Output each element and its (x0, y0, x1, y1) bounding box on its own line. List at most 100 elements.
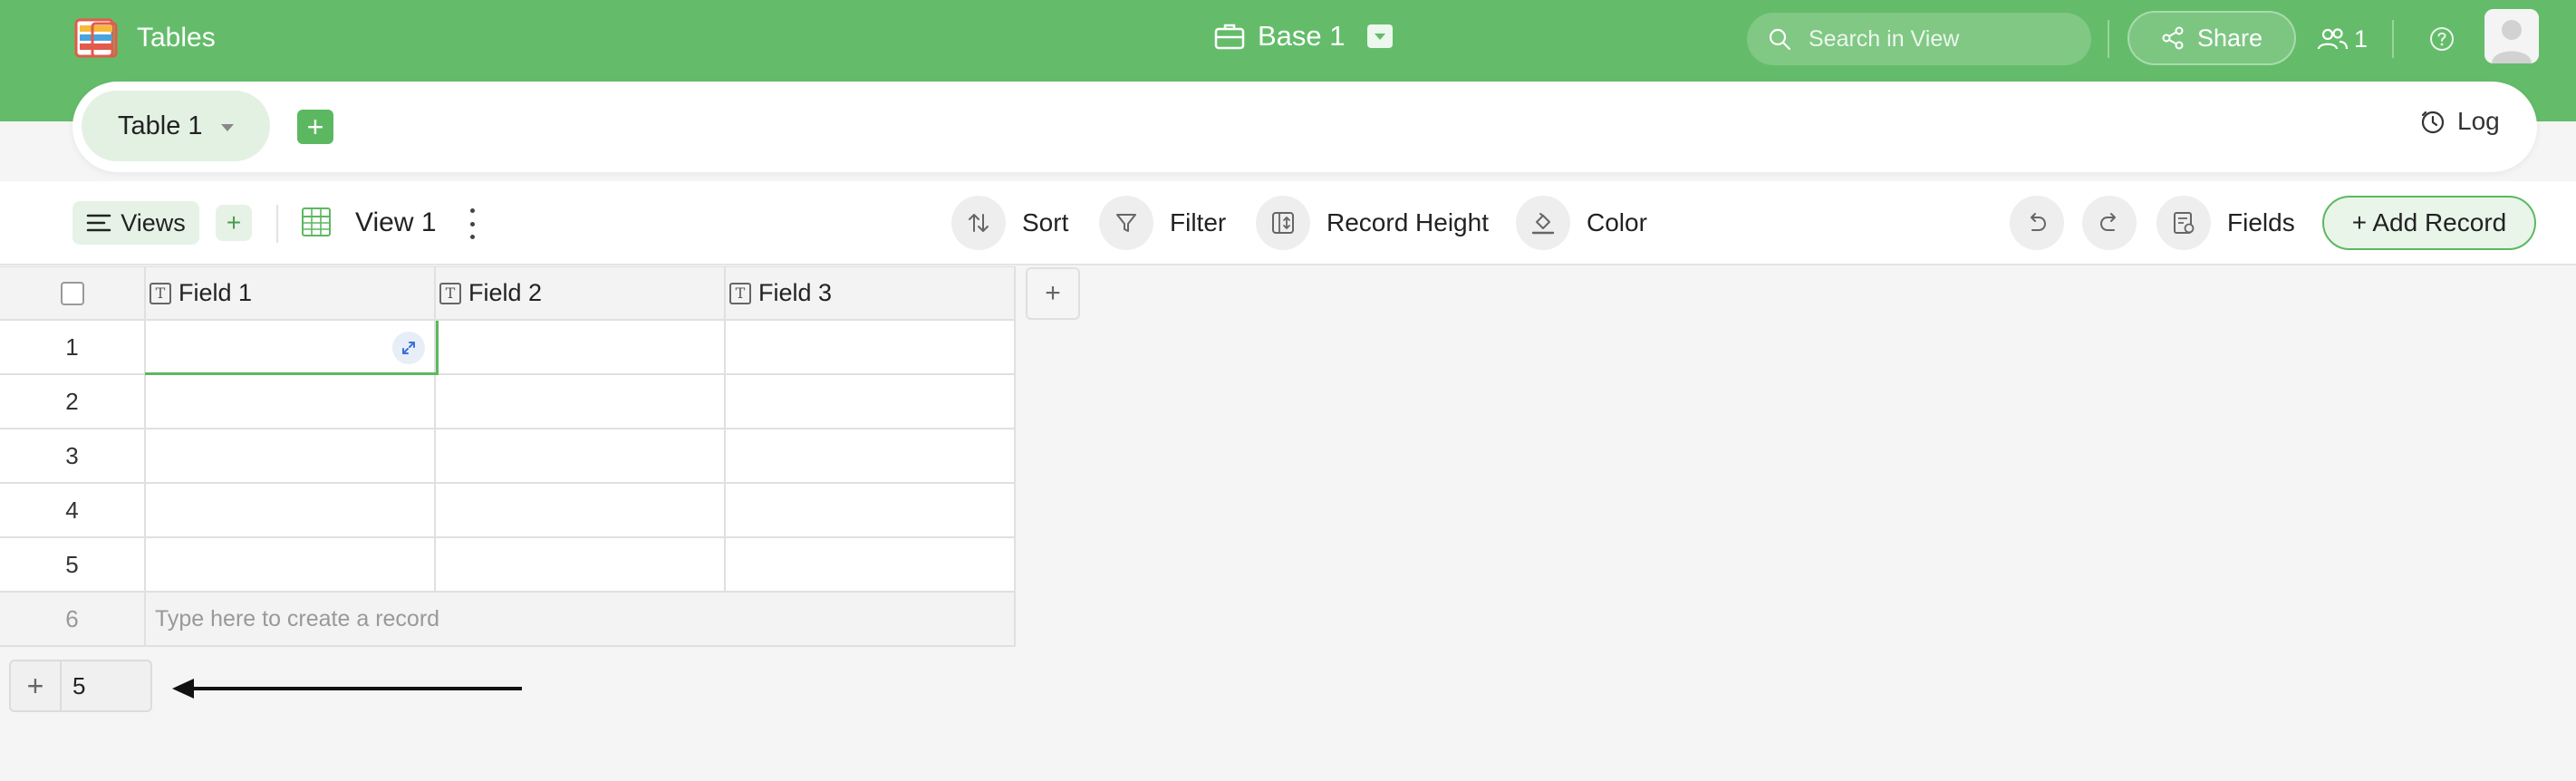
text-field-icon: T (439, 282, 461, 304)
fields-button[interactable]: Fields (2156, 196, 2295, 250)
share-icon (2162, 26, 2184, 50)
paint-bucket-icon (1531, 213, 1555, 235)
table-tab-label: Table 1 (118, 111, 203, 140)
briefcase-icon (1214, 24, 1245, 50)
base-switcher[interactable]: Base 1 (1214, 16, 1393, 56)
column-header-field-1[interactable]: T Field 1 (146, 267, 436, 319)
active-cell-outline (145, 321, 439, 375)
arrow-icon (172, 679, 522, 699)
grid-cell[interactable] (726, 375, 1016, 428)
redo-icon (2099, 213, 2116, 231)
text-field-icon: T (729, 282, 751, 304)
table-row: 3 (0, 429, 1016, 484)
search-icon (1769, 28, 1791, 51)
grid-cell[interactable] (436, 429, 726, 482)
sort-button[interactable]: Sort (951, 196, 1068, 250)
table-tab-active[interactable]: Table 1 (82, 91, 270, 161)
clock-icon (2421, 111, 2445, 134)
column-header-field-2[interactable]: T Field 2 (436, 267, 726, 319)
record-height-button[interactable]: Record Height (1256, 196, 1489, 250)
add-table-button[interactable]: + (297, 110, 333, 144)
grid-cell[interactable] (146, 375, 436, 428)
record-height-label: Record Height (1327, 208, 1489, 236)
data-grid: T Field 1 T Field 2 T Field 3 1 2 3 4 5 … (0, 266, 1016, 647)
add-rows-count-input[interactable]: 5 (62, 661, 150, 710)
column-header-label: Field 1 (178, 279, 253, 306)
view-name[interactable]: View 1 (355, 207, 437, 238)
grid-view-icon (302, 207, 331, 236)
row-number: 6 (0, 593, 146, 645)
grid-cell[interactable] (436, 321, 726, 373)
redo-button[interactable] (2082, 196, 2137, 250)
select-all-cell (0, 267, 146, 319)
new-record-row[interactable]: 6 Type here to create a record (0, 593, 1016, 647)
collaborators-button[interactable]: 1 (2316, 20, 2368, 58)
undo-icon (2031, 213, 2047, 231)
logo-icon (74, 18, 118, 58)
text-field-icon: T (150, 282, 171, 304)
row-number: 2 (0, 375, 146, 428)
table-row: 1 (0, 321, 1016, 375)
add-rows-control: + 5 (9, 660, 152, 712)
add-rows-button[interactable]: + (11, 661, 62, 710)
column-header-label: Field 3 (758, 279, 833, 306)
sort-label: Sort (1022, 208, 1069, 236)
search-input[interactable] (1809, 25, 2080, 53)
divider (2108, 20, 2109, 58)
divider (2392, 20, 2394, 58)
select-all-checkbox[interactable] (60, 281, 84, 305)
grid-cell[interactable] (436, 375, 726, 428)
undo-button[interactable] (2010, 196, 2064, 250)
row-number: 4 (0, 484, 146, 536)
table-row: 2 (0, 375, 1016, 429)
fields-label: Fields (2227, 208, 2295, 236)
share-button[interactable]: Share (2127, 11, 2296, 65)
row-number: 3 (0, 429, 146, 482)
grid-cell[interactable] (146, 538, 436, 591)
grid-cell[interactable] (436, 484, 726, 536)
help-icon[interactable] (2428, 25, 2455, 53)
more-options-icon[interactable] (467, 208, 478, 239)
color-button[interactable]: Color (1516, 196, 1647, 250)
divider (276, 205, 278, 243)
add-record-button[interactable]: + Add Record (2322, 196, 2536, 250)
grid-cell[interactable] (726, 484, 1016, 536)
base-name: Base 1 (1258, 20, 1346, 52)
grid-cell[interactable] (146, 484, 436, 536)
users-icon (2317, 28, 2349, 50)
row-number: 1 (0, 321, 146, 373)
row-number: 5 (0, 538, 146, 591)
add-view-button[interactable]: + (216, 205, 252, 241)
view-toolbar: Views + View 1 Sort Filter Record Height… (0, 181, 2576, 265)
app-title: Tables (137, 23, 216, 53)
grid-cell[interactable] (436, 538, 726, 591)
column-header-field-3[interactable]: T Field 3 (726, 267, 1016, 319)
chevron-down-icon[interactable] (1366, 24, 1393, 48)
share-label: Share (2196, 24, 2263, 52)
chevron-down-icon[interactable] (220, 124, 234, 131)
table-row: 5 (0, 538, 1016, 593)
grid-cell[interactable] (726, 538, 1016, 591)
column-header-label: Field 2 (468, 279, 543, 306)
grid-cell[interactable] (726, 321, 1016, 373)
filter-label: Filter (1170, 208, 1227, 236)
user-silhouette-icon (2484, 9, 2539, 63)
grid-cell[interactable] (146, 429, 436, 482)
fields-icon (2174, 212, 2195, 234)
table-bar: Table 1 + Log (72, 82, 2537, 172)
add-field-button[interactable]: + (1026, 267, 1080, 320)
avatar[interactable] (2484, 9, 2539, 63)
log-button[interactable]: Log (2419, 107, 2500, 136)
collaborator-count: 1 (2354, 24, 2369, 53)
new-record-hint[interactable]: Type here to create a record (146, 593, 439, 645)
grid-cell[interactable] (726, 429, 1016, 482)
color-label: Color (1587, 208, 1647, 236)
table-row: 4 (0, 484, 1016, 538)
filter-icon (1116, 214, 1136, 232)
filter-button[interactable]: Filter (1099, 196, 1226, 250)
record-height-icon (1272, 212, 1294, 234)
list-icon (86, 214, 111, 232)
search-box[interactable] (1747, 13, 2091, 65)
views-button[interactable]: Views (72, 201, 199, 245)
sort-icon (969, 214, 989, 232)
